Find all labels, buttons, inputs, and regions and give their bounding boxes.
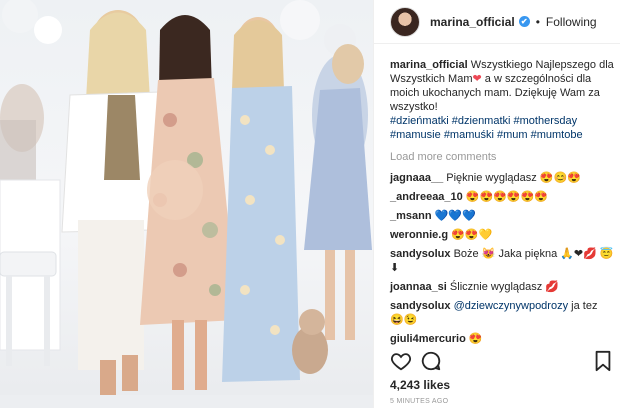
- comment-item: joannaa_si Ślicznie wyglądasz 💋: [390, 280, 614, 294]
- hashtag-link[interactable]: #mamusie: [390, 129, 441, 141]
- caption-heart-emoji: ❤: [472, 73, 482, 85]
- hashtag-link[interactable]: #mothersday: [514, 115, 578, 127]
- comment-item: jagnaaa__ Pięknie wyglądasz 😍😊😍: [390, 171, 614, 185]
- load-more-comments-button[interactable]: Load more comments: [390, 150, 614, 164]
- post-header: marina_official ✔ • Following: [374, 0, 620, 44]
- hashtag-link[interactable]: #mum: [497, 129, 528, 141]
- comment-item: _msann 💙💙💙: [390, 209, 614, 223]
- verified-badge-icon: ✔: [518, 16, 530, 27]
- hashtag-link[interactable]: #mamuśki: [444, 129, 494, 141]
- hashtag-link[interactable]: #mumtobe: [531, 129, 583, 141]
- comment-text: Ślicznie wyglądasz 💋: [449, 281, 559, 293]
- photo-illustration: [0, 0, 373, 408]
- heart-icon[interactable]: [390, 350, 412, 372]
- post-photo[interactable]: [0, 0, 373, 408]
- separator-dot: •: [535, 14, 540, 29]
- comment-text: Pięknie wyglądasz 😍😊😍: [446, 172, 581, 184]
- post-side-panel: marina_official ✔ • Following marina_off…: [373, 0, 620, 408]
- bookmark-icon[interactable]: [592, 350, 614, 372]
- comment-username[interactable]: joannaa_si: [390, 281, 447, 293]
- comment-text: 😍😍💛: [451, 229, 493, 241]
- following-button[interactable]: Following: [546, 15, 597, 29]
- comment-username[interactable]: giuli4mercurio: [390, 333, 466, 345]
- comment-item: sandysolux Boże 😻 Jaka piękna 🙏❤💋 😇⬇: [390, 247, 614, 275]
- username-link[interactable]: marina_official: [430, 15, 515, 29]
- comment-text: 💙💙💙: [434, 210, 476, 222]
- comment-item: _andreeaa_10 😍😍😍😍😍😍: [390, 190, 614, 204]
- comment-username[interactable]: _msann: [390, 210, 432, 222]
- comment-mention-link[interactable]: @dziewczynywpodrozy: [454, 300, 569, 312]
- hashtag-link[interactable]: #dzieńmatki: [390, 115, 449, 127]
- comments-list: marina_official Wszystkiego Najlepszego …: [390, 58, 614, 351]
- caption-username[interactable]: marina_official: [390, 59, 468, 71]
- hashtag-link[interactable]: #dzienmatki: [452, 115, 511, 127]
- comment-username[interactable]: weronnie.g: [390, 229, 448, 241]
- comment-text: 😍: [468, 333, 483, 345]
- comment-item: sandysolux @dziewczynywpodrozy ja tez 😆😉: [390, 299, 614, 327]
- comment-username[interactable]: _andreeaa_10: [390, 191, 463, 203]
- comment-username[interactable]: sandysolux: [390, 248, 451, 260]
- comment-username[interactable]: jagnaaa__: [390, 172, 443, 184]
- comment-icon[interactable]: [420, 350, 442, 372]
- comment-username[interactable]: sandysolux: [390, 300, 451, 312]
- post-caption: marina_official Wszystkiego Najlepszego …: [390, 58, 614, 142]
- comment-item: giuli4mercurio 😍: [390, 332, 614, 346]
- comment-item: weronnie.g 😍😍💛: [390, 228, 614, 242]
- comment-text: 😍😍😍😍😍😍: [465, 191, 549, 203]
- likes-count[interactable]: 4,243 likes: [390, 378, 450, 392]
- post-timestamp[interactable]: 5 MINUTES AGO: [390, 398, 448, 405]
- post-actions: [390, 350, 614, 374]
- user-avatar[interactable]: [390, 6, 420, 37]
